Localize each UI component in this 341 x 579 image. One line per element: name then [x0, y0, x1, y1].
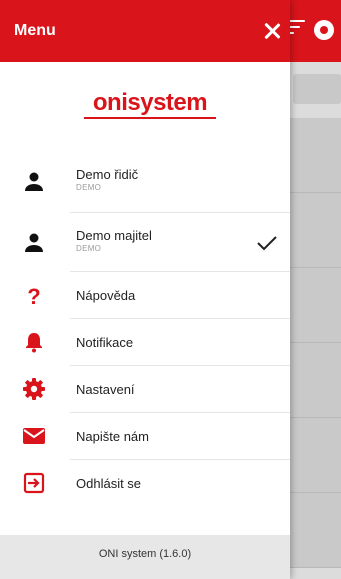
- user-item-owner[interactable]: Demo majitel DEMO: [0, 213, 290, 271]
- user-role: DEMO: [76, 183, 102, 192]
- list-item[interactable]: [290, 193, 341, 268]
- mail-icon: [23, 428, 45, 444]
- settings-icon[interactable]: [314, 20, 334, 40]
- drawer-header: Menu: [0, 0, 290, 62]
- menu-item-help[interactable]: ? Nápověda: [0, 272, 290, 318]
- user-item-driver[interactable]: Demo řidič DEMO: [0, 150, 290, 212]
- user-role: DEMO: [76, 244, 102, 253]
- close-icon[interactable]: [259, 18, 285, 44]
- drawer-footer: ONI system (1.6.0): [0, 535, 290, 579]
- logo-underline: [84, 117, 216, 119]
- menu-item-logout[interactable]: Odhlásit se: [0, 460, 290, 506]
- user-name: Demo majitel: [76, 228, 152, 243]
- logout-icon: [23, 472, 45, 494]
- bell-icon: [26, 333, 42, 353]
- list-item[interactable]: [290, 118, 341, 193]
- list-item[interactable]: [290, 418, 341, 493]
- menu-item-contact[interactable]: Napište nám: [0, 413, 290, 459]
- vehicle-list: [290, 118, 341, 568]
- search-field[interactable]: [293, 74, 341, 104]
- menu-label: Odhlásit se: [76, 476, 142, 491]
- navigation-drawer: Menu onisystem Demo řidič DEMO Demo maji…: [0, 0, 290, 579]
- menu-item-notifications[interactable]: Notifikace: [0, 319, 290, 365]
- list-item[interactable]: [290, 343, 341, 418]
- check-icon: [257, 236, 277, 251]
- logo: onisystem: [78, 86, 222, 124]
- gear-icon: [23, 378, 45, 400]
- menu-label: Nastavení: [76, 382, 135, 397]
- user-name: Demo řidič: [76, 167, 139, 182]
- menu-label: Notifikace: [76, 335, 134, 350]
- logo-text: onisystem: [92, 89, 208, 116]
- list-item[interactable]: [290, 268, 341, 343]
- list-item[interactable]: [290, 493, 341, 568]
- menu-label: Nápověda: [76, 288, 136, 303]
- help-icon: ?: [27, 284, 40, 308]
- menu-item-settings[interactable]: Nastavení: [0, 366, 290, 412]
- svg-text:?: ?: [27, 284, 40, 308]
- person-icon: [25, 172, 43, 191]
- menu-label: Napište nám: [76, 429, 149, 444]
- drawer-title: Menu: [14, 22, 56, 39]
- person-icon: [25, 233, 43, 252]
- version-label: ONI system (1.6.0): [98, 548, 192, 560]
